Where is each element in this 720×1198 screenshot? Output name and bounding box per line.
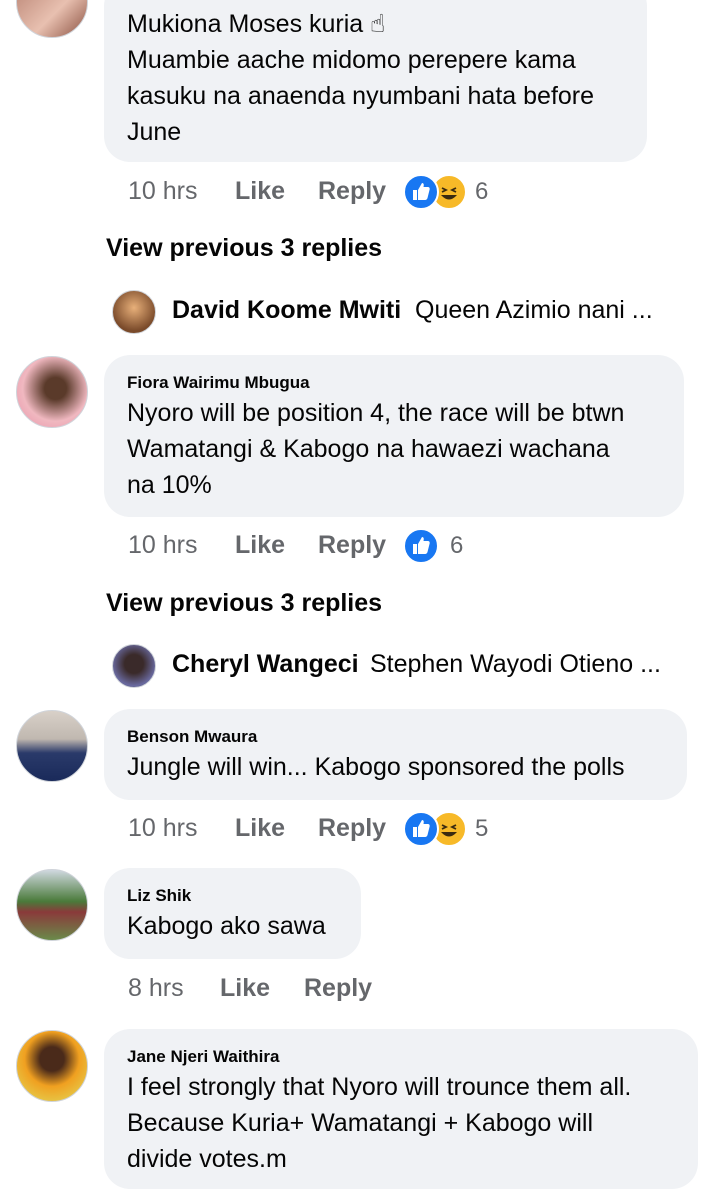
like-button[interactable]: Like bbox=[220, 974, 270, 1003]
reply-button[interactable]: Reply bbox=[304, 974, 372, 1003]
comment-bubble: Fiora Wairimu Mbugua Nyoro will be posit… bbox=[104, 355, 684, 517]
comment-author[interactable]: Liz Shik bbox=[127, 886, 191, 906]
avatar[interactable] bbox=[16, 710, 88, 782]
comment-author[interactable]: Benson Mwaura bbox=[127, 727, 257, 747]
comment-bubble: Jane Njeri Waithira I feel strongly that… bbox=[104, 1029, 698, 1189]
comment-time: 10 hrs bbox=[128, 177, 198, 205]
avatar[interactable] bbox=[16, 0, 88, 38]
comment-time: 10 hrs bbox=[128, 531, 198, 559]
like-button[interactable]: Like bbox=[235, 814, 285, 843]
comment-time: 8 hrs bbox=[128, 974, 184, 1002]
reaction-count[interactable]: 6 bbox=[475, 178, 488, 206]
like-button[interactable]: Like bbox=[235, 531, 285, 560]
reply-text: Queen Azimio nani ... bbox=[415, 296, 653, 324]
reply-author[interactable]: Cheryl Wangeci bbox=[172, 650, 359, 679]
view-previous-replies[interactable]: View previous 3 replies bbox=[106, 234, 382, 263]
comment-author[interactable]: Fiora Wairimu Mbugua bbox=[127, 373, 310, 393]
comment-text: Jungle will win... Kabogo sponsored the … bbox=[127, 753, 625, 781]
comment-author[interactable]: Jane Njeri Waithira bbox=[127, 1047, 279, 1067]
comment-text: Nyoro will be position 4, the race will … bbox=[127, 399, 625, 499]
reply-button[interactable]: Reply bbox=[318, 531, 386, 560]
reply-button[interactable]: Reply bbox=[318, 814, 386, 843]
like-icon[interactable] bbox=[403, 528, 439, 564]
reaction-count[interactable]: 6 bbox=[450, 532, 463, 560]
like-button[interactable]: Like bbox=[235, 177, 285, 206]
comment-bubble: Liz Shik Kabogo ako sawa bbox=[104, 868, 361, 959]
comment-bubble: Mukiona Moses kuria ☝ Muambie aache mido… bbox=[104, 0, 647, 162]
reply-text: Stephen Wayodi Otieno ... bbox=[370, 650, 661, 678]
avatar bbox=[112, 290, 156, 334]
avatar[interactable] bbox=[16, 869, 88, 941]
avatar[interactable] bbox=[16, 356, 88, 428]
comment-bubble: Benson Mwaura Jungle will win... Kabogo … bbox=[104, 709, 687, 800]
like-icon[interactable] bbox=[403, 174, 439, 210]
comment-time: 10 hrs bbox=[128, 814, 198, 842]
reply-author[interactable]: David Koome Mwiti bbox=[172, 296, 401, 325]
avatar bbox=[112, 644, 156, 688]
like-icon[interactable] bbox=[403, 811, 439, 847]
comment-text: Kabogo ako sawa bbox=[127, 912, 326, 940]
reaction-count[interactable]: 5 bbox=[475, 815, 488, 843]
avatar[interactable] bbox=[16, 1030, 88, 1102]
reply-button[interactable]: Reply bbox=[318, 177, 386, 206]
view-previous-replies[interactable]: View previous 3 replies bbox=[106, 589, 382, 618]
comment-text: Mukiona Moses kuria ☝ Muambie aache mido… bbox=[127, 10, 595, 146]
comment-text: I feel strongly that Nyoro will trounce … bbox=[127, 1073, 632, 1173]
